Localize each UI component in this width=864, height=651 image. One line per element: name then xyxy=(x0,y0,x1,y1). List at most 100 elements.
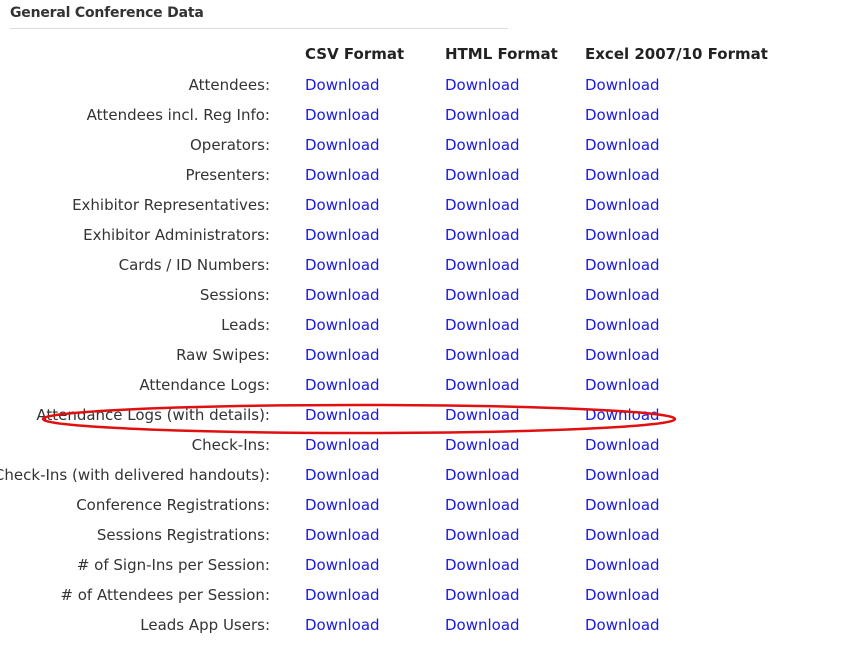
row-label: Conference Registrations: xyxy=(76,496,270,514)
download-html-link[interactable]: Download xyxy=(445,250,520,280)
table-row: Attendees incl. Reg Info: Download Downloa… xyxy=(0,100,864,130)
table-row: Raw Swipes: Download Download Download xyxy=(0,340,864,370)
table-row: Leads App Users: Download Download Download xyxy=(0,610,864,640)
download-html-link[interactable]: Download xyxy=(445,490,520,520)
download-excel-link[interactable]: Download xyxy=(585,520,660,550)
table-row: Check-Ins (with delivered handouts): Down… xyxy=(0,460,864,490)
download-csv-link[interactable]: Download xyxy=(305,340,380,370)
download-html-link[interactable]: Download xyxy=(445,310,520,340)
table-row: Sessions Registrations: Download Download D… xyxy=(0,520,864,550)
download-html-link[interactable]: Download xyxy=(445,400,520,430)
download-excel-link[interactable]: Download xyxy=(585,220,660,250)
row-label: Leads: xyxy=(221,316,270,334)
download-csv-link[interactable]: Download xyxy=(305,580,380,610)
row-label: Check-Ins (with delivered handouts): xyxy=(0,466,270,484)
download-excel-link[interactable]: Download xyxy=(585,100,660,130)
download-html-link[interactable]: Download xyxy=(445,70,520,100)
table-row: Conference Registrations: Download Downloa… xyxy=(0,490,864,520)
table-row: Attendance Logs (with details): Download D… xyxy=(0,400,864,430)
row-label: Leads App Users: xyxy=(140,616,270,634)
download-excel-link[interactable]: Download xyxy=(585,190,660,220)
download-excel-link[interactable]: Download xyxy=(585,370,660,400)
download-csv-link[interactable]: Download xyxy=(305,280,380,310)
download-csv-link[interactable]: Download xyxy=(305,100,380,130)
download-excel-link[interactable]: Download xyxy=(585,70,660,100)
download-html-link[interactable]: Download xyxy=(445,580,520,610)
row-label: # of Attendees per Session: xyxy=(60,586,270,604)
download-csv-link[interactable]: Download xyxy=(305,400,380,430)
download-csv-link[interactable]: Download xyxy=(305,130,380,160)
download-html-link[interactable]: Download xyxy=(445,520,520,550)
download-excel-link[interactable]: Download xyxy=(585,430,660,460)
table-row: Leads: Download Download Download xyxy=(0,310,864,340)
download-csv-link[interactable]: Download xyxy=(305,460,380,490)
row-label: Sessions Registrations: xyxy=(96,526,270,544)
download-csv-link[interactable]: Download xyxy=(305,160,380,190)
column-header-excel: Excel 2007/10 Format xyxy=(585,45,768,63)
table-row: Sessions: Download Download Download xyxy=(0,280,864,310)
column-header-html: HTML Format xyxy=(445,45,558,63)
row-label: Exhibitor Administrators: xyxy=(83,226,270,244)
row-label: Cards / ID Numbers: xyxy=(118,256,270,274)
download-csv-link[interactable]: Download xyxy=(305,190,380,220)
row-label: Presenters: xyxy=(185,166,270,184)
download-excel-link[interactable]: Download xyxy=(585,490,660,520)
download-html-link[interactable]: Download xyxy=(445,130,520,160)
table-row: # of Attendees per Session: Download Downl… xyxy=(0,580,864,610)
download-csv-link[interactable]: Download xyxy=(305,490,380,520)
download-excel-link[interactable]: Download xyxy=(585,280,660,310)
download-csv-link[interactable]: Download xyxy=(305,550,380,580)
table-row: Exhibitor Administrators: Download Downloa… xyxy=(0,220,864,250)
download-html-link[interactable]: Download xyxy=(445,430,520,460)
download-html-link[interactable]: Download xyxy=(445,610,520,640)
row-label: Operators: xyxy=(189,136,270,154)
row-label: Sessions: xyxy=(199,286,270,304)
download-excel-link[interactable]: Download xyxy=(585,400,660,430)
download-csv-link[interactable]: Download xyxy=(305,520,380,550)
download-excel-link[interactable]: Download xyxy=(585,130,660,160)
download-excel-link[interactable]: Download xyxy=(585,580,660,610)
download-html-link[interactable]: Download xyxy=(445,160,520,190)
column-header-csv: CSV Format xyxy=(305,45,405,63)
download-html-link[interactable]: Download xyxy=(445,340,520,370)
download-csv-link[interactable]: Download xyxy=(305,310,380,340)
row-label: Attendance Logs: xyxy=(139,376,270,394)
download-html-link[interactable]: Download xyxy=(445,190,520,220)
download-html-link[interactable]: Download xyxy=(445,370,520,400)
download-html-link[interactable]: Download xyxy=(445,280,520,310)
download-html-link[interactable]: Download xyxy=(445,220,520,250)
download-excel-link[interactable]: Download xyxy=(585,550,660,580)
row-label: Exhibitor Representatives: xyxy=(72,196,270,214)
download-csv-link[interactable]: Download xyxy=(305,370,380,400)
download-html-link[interactable]: Download xyxy=(445,100,520,130)
download-csv-link[interactable]: Download xyxy=(305,610,380,640)
download-excel-link[interactable]: Download xyxy=(585,160,660,190)
download-excel-link[interactable]: Download xyxy=(585,250,660,280)
download-csv-link[interactable]: Download xyxy=(305,250,380,280)
download-csv-link[interactable]: Download xyxy=(305,70,380,100)
table-row: # of Sign-Ins per Session: Download Downlo… xyxy=(0,550,864,580)
row-label: Attendees: xyxy=(188,76,270,94)
table-row: Attendees: Download Download Download xyxy=(0,70,864,100)
download-html-link[interactable]: Download xyxy=(445,460,520,490)
table-row: Attendance Logs: Download Download Download xyxy=(0,370,864,400)
section-divider xyxy=(10,28,508,29)
download-html-link[interactable]: Download xyxy=(445,550,520,580)
table-row: Operators: Download Download Download xyxy=(0,130,864,160)
row-label: Attendees incl. Reg Info: xyxy=(86,106,270,124)
download-excel-link[interactable]: Download xyxy=(585,340,660,370)
row-label: Raw Swipes: xyxy=(176,346,270,364)
download-excel-link[interactable]: Download xyxy=(585,610,660,640)
table-row: Cards / ID Numbers: Download Download Downl… xyxy=(0,250,864,280)
row-label: # of Sign-Ins per Session: xyxy=(76,556,270,574)
table-row: Check-Ins: Download Download Download xyxy=(0,430,864,460)
table-row: Exhibitor Representatives: Download Downlo… xyxy=(0,190,864,220)
row-label: Check-Ins: xyxy=(191,436,270,454)
download-csv-link[interactable]: Download xyxy=(305,430,380,460)
download-excel-link[interactable]: Download xyxy=(585,460,660,490)
section-title: General Conference Data xyxy=(10,5,204,21)
row-label: Attendance Logs (with details): xyxy=(36,406,270,424)
download-excel-link[interactable]: Download xyxy=(585,310,660,340)
download-csv-link[interactable]: Download xyxy=(305,220,380,250)
table-row: Presenters: Download Download Download xyxy=(0,160,864,190)
